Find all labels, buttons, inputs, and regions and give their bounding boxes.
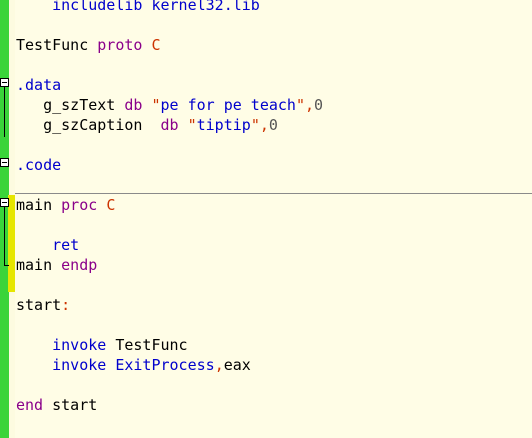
code-token: C: [151, 36, 161, 54]
code-token: endp: [61, 256, 98, 274]
fold-toggle-code-section-icon[interactable]: [0, 158, 9, 167]
code-token: tiptip: [196, 116, 251, 134]
code-token: :: [61, 296, 71, 314]
code-line[interactable]: main endp: [16, 255, 97, 275]
code-token: main: [16, 196, 62, 214]
code-token: pe for pe teach: [160, 96, 296, 114]
code-token: end: [16, 396, 53, 414]
code-token: ret: [52, 236, 80, 254]
code-token: start: [16, 296, 62, 314]
code-token: TestFunc: [115, 336, 188, 354]
code-token: proto: [97, 36, 152, 54]
fold-toggle-data-section-icon[interactable]: [0, 78, 9, 87]
code-token: g_szCaption: [43, 116, 161, 134]
code-token: main: [16, 256, 62, 274]
code-line[interactable]: .code: [16, 155, 61, 175]
code-line[interactable]: g_szText db "pe for pe teach",0: [16, 95, 323, 115]
code-token: includelib kernel32.lib: [52, 0, 260, 14]
code-line[interactable]: start:: [16, 295, 70, 315]
code-token: ,: [305, 96, 315, 114]
fold-guide-line: [4, 207, 5, 265]
code-token: 0: [268, 116, 278, 134]
fold-toggle-proc-icon[interactable]: [0, 198, 9, 207]
code-line[interactable]: TestFunc proto C: [16, 35, 161, 55]
code-line[interactable]: invoke ExitProcess,eax: [16, 355, 251, 375]
code-token: .data: [16, 76, 62, 94]
modified-lines-marker: [8, 195, 15, 292]
code-token: invoke: [52, 336, 116, 354]
code-line[interactable]: main proc C: [16, 195, 115, 215]
code-token: eax: [223, 356, 251, 374]
code-line[interactable]: invoke TestFunc: [16, 335, 188, 355]
code-token: ": [250, 116, 260, 134]
code-token: ,: [214, 356, 224, 374]
code-token: proc: [61, 196, 107, 214]
code-token: db: [124, 96, 152, 114]
code-token: ": [151, 96, 161, 114]
code-token: ,: [259, 116, 269, 134]
code-token: C: [106, 196, 116, 214]
section-separator: [15, 193, 532, 194]
code-token: g_szText: [43, 96, 125, 114]
code-token: ExitProcess: [115, 356, 215, 374]
fold-guide-line: [4, 87, 5, 137]
fold-end-tick: [4, 265, 9, 266]
code-token: .code: [16, 156, 62, 174]
code-line[interactable]: includelib kernel32.lib: [16, 0, 260, 15]
code-token: invoke: [52, 356, 116, 374]
code-token: ": [295, 96, 305, 114]
code-line[interactable]: .data: [16, 75, 61, 95]
code-line[interactable]: end start: [16, 395, 97, 415]
code-line[interactable]: ret: [16, 235, 79, 255]
code-token: TestFunc: [16, 36, 98, 54]
code-token: start: [52, 396, 98, 414]
code-token: ": [187, 116, 197, 134]
code-token: db: [160, 116, 188, 134]
code-line[interactable]: g_szCaption db "tiptip",0: [16, 115, 278, 135]
code-token: 0: [314, 96, 324, 114]
